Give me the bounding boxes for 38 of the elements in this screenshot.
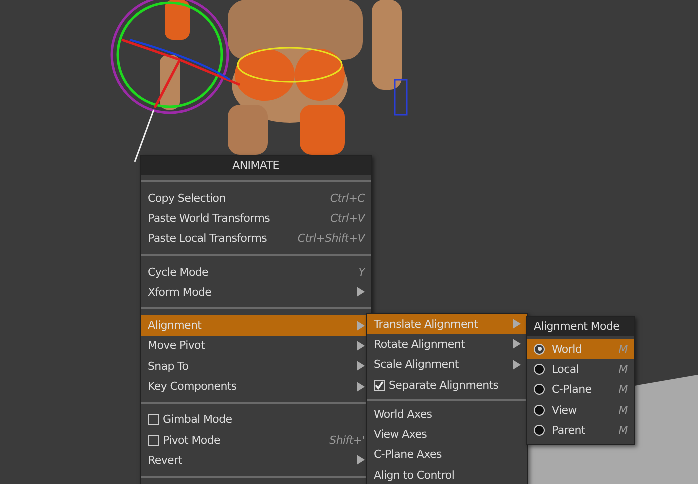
shortcut-label: Ctrl+Shift+V (298, 232, 365, 246)
radio-button[interactable] (534, 424, 545, 436)
radio-button[interactable] (534, 384, 545, 396)
shortcut-label: Shift+' (330, 434, 365, 447)
submenu-arrow-icon (357, 340, 365, 351)
shortcut-label: M (618, 424, 628, 437)
shortcut-label: Y (358, 266, 365, 279)
menu-title: ANIMATE (141, 156, 371, 175)
submenu-arrow-icon (513, 360, 521, 370)
submenu-arrow-icon (357, 455, 365, 466)
menu-item[interactable]: Local M (527, 359, 634, 380)
radio-button[interactable] (534, 404, 545, 416)
shortcut-label: M (618, 342, 628, 356)
shortcut-label: Ctrl+C (330, 192, 365, 205)
menu-title: Alignment Mode (527, 317, 634, 336)
shortcut-label: Ctrl+V (330, 212, 365, 225)
submenu-arrow-icon (357, 287, 365, 298)
radio-button[interactable] (534, 344, 545, 355)
shortcut-label: M (618, 404, 628, 417)
menu-item[interactable]: Cycle Mode Y (141, 262, 371, 282)
submenu-arrow-icon (357, 320, 365, 331)
menu-item[interactable]: C-Plane M (527, 380, 634, 400)
shortcut-label: M (618, 362, 628, 376)
menu-item[interactable]: Copy Selection Ctrl+C (141, 188, 371, 208)
submenu-arrow-icon (513, 319, 521, 330)
menu-item[interactable]: Xform Mode (141, 282, 371, 302)
submenu-arrow-icon (357, 382, 365, 392)
menu-item[interactable]: View M (527, 400, 634, 420)
checkbox[interactable] (148, 434, 159, 446)
checkbox[interactable] (148, 414, 159, 426)
shortcut-label: M (618, 383, 628, 396)
checkbox[interactable] (374, 380, 385, 391)
submenu-arrow-icon (357, 361, 365, 372)
submenu-arrow-icon (513, 339, 521, 350)
radio-button[interactable] (534, 364, 545, 375)
menu-item[interactable]: Parent M (527, 420, 634, 440)
menu-item[interactable]: Paste World Transforms Ctrl+V (141, 208, 371, 229)
menu-item[interactable]: Paste Local Transforms Ctrl+Shift+V (141, 228, 371, 249)
